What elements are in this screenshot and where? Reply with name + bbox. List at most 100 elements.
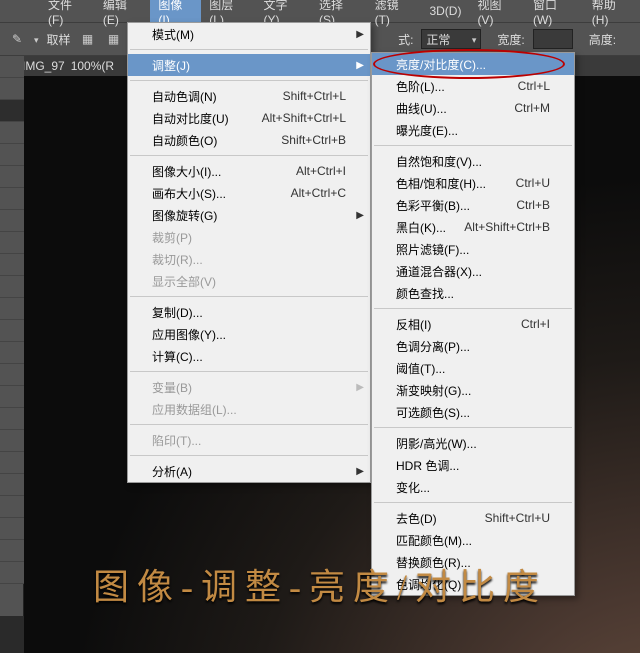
menu-item[interactable]: HDR 色调... bbox=[372, 454, 574, 476]
eyedropper-icon[interactable]: ✎ bbox=[8, 30, 26, 48]
menu-item-label: 计算(C)... bbox=[152, 348, 346, 365]
zoom-readout: 100%(R bbox=[71, 59, 114, 73]
menu-item-label: 自然饱和度(V)... bbox=[396, 153, 550, 170]
menu-item[interactable]: 画布大小(S)...Alt+Ctrl+C bbox=[128, 182, 370, 204]
menubar-item[interactable]: 3D(D) bbox=[421, 1, 469, 21]
menu-item[interactable]: 自动色调(N)Shift+Ctrl+L bbox=[128, 85, 370, 107]
menu-item-label: 应用图像(Y)... bbox=[152, 326, 346, 343]
tool-slot[interactable] bbox=[0, 342, 24, 364]
menubar-item[interactable]: 视图(V) bbox=[469, 0, 525, 30]
menu-item[interactable]: 曝光度(E)... bbox=[372, 119, 574, 141]
menu-item[interactable]: 变化... bbox=[372, 476, 574, 498]
sample-add-icon[interactable]: ▦ bbox=[105, 30, 123, 48]
menu-item-label: 画布大小(S)... bbox=[152, 185, 291, 202]
menu-item-label: 曝光度(E)... bbox=[396, 122, 550, 139]
menu-item[interactable]: 颜色查找... bbox=[372, 282, 574, 304]
sample-point-icon[interactable]: ▦ bbox=[79, 30, 97, 48]
menu-item-label: 曲线(U)... bbox=[396, 100, 514, 117]
menu-item-label: 裁切(R)... bbox=[152, 251, 346, 268]
menu-item[interactable]: 调整(J)▶ bbox=[128, 54, 370, 76]
menu-separator bbox=[130, 455, 368, 456]
menu-item-label: 裁剪(P) bbox=[152, 229, 346, 246]
menu-item-label: 显示全部(V) bbox=[152, 273, 346, 290]
tool-slot[interactable] bbox=[0, 430, 24, 452]
menu-item-label: 变化... bbox=[396, 479, 550, 496]
tool-slot[interactable] bbox=[0, 188, 24, 210]
tool-preset-dropdown[interactable] bbox=[34, 32, 39, 46]
tool-slot[interactable] bbox=[0, 298, 24, 320]
menu-item[interactable]: 反相(I)Ctrl+I bbox=[372, 313, 574, 335]
tool-slot[interactable] bbox=[0, 496, 24, 518]
menu-item[interactable]: 曲线(U)...Ctrl+M bbox=[372, 97, 574, 119]
menu-item[interactable]: 阈值(T)... bbox=[372, 357, 574, 379]
menu-item[interactable]: 黑白(K)...Alt+Shift+Ctrl+B bbox=[372, 216, 574, 238]
menu-item[interactable]: 自动颜色(O)Shift+Ctrl+B bbox=[128, 129, 370, 151]
tool-slot[interactable] bbox=[0, 518, 24, 540]
menu-item[interactable]: 自然饱和度(V)... bbox=[372, 150, 574, 172]
tool-slot[interactable] bbox=[0, 210, 24, 232]
menu-item[interactable]: 匹配颜色(M)... bbox=[372, 529, 574, 551]
tool-slot[interactable] bbox=[0, 254, 24, 276]
menu-item[interactable]: 色调分离(P)... bbox=[372, 335, 574, 357]
menu-separator bbox=[130, 80, 368, 81]
tool-slot[interactable] bbox=[0, 100, 24, 122]
menu-item[interactable]: 去色(D)Shift+Ctrl+U bbox=[372, 507, 574, 529]
document-tab[interactable]: IMG_97 bbox=[22, 59, 65, 73]
menu-item[interactable]: 色阶(L)...Ctrl+L bbox=[372, 75, 574, 97]
tool-slot[interactable] bbox=[0, 144, 24, 166]
menu-separator bbox=[130, 49, 368, 50]
menu-shortcut: Shift+Ctrl+B bbox=[281, 133, 346, 147]
menu-item[interactable]: 模式(M)▶ bbox=[128, 23, 370, 45]
tool-slot[interactable] bbox=[0, 386, 24, 408]
menu-item[interactable]: 自动对比度(U)Alt+Shift+Ctrl+L bbox=[128, 107, 370, 129]
menu-item[interactable]: 复制(D)... bbox=[128, 301, 370, 323]
tool-slot[interactable] bbox=[0, 408, 24, 430]
menu-item: 裁切(R)... bbox=[128, 248, 370, 270]
menu-item[interactable]: 阴影/高光(W)... bbox=[372, 432, 574, 454]
menubar-item[interactable]: 文件(F) bbox=[40, 0, 95, 30]
annotation-caption: 图像-调整-亮度/对比度 bbox=[0, 558, 640, 610]
menu-item: 变量(B)▶ bbox=[128, 376, 370, 398]
menu-item[interactable]: 色相/饱和度(H)...Ctrl+U bbox=[372, 172, 574, 194]
menu-item[interactable]: 应用图像(Y)... bbox=[128, 323, 370, 345]
tool-slot[interactable] bbox=[0, 166, 24, 188]
menu-shortcut: Alt+Shift+Ctrl+L bbox=[262, 111, 346, 125]
menu-item[interactable]: 图像旋转(G)▶ bbox=[128, 204, 370, 226]
tool-slot[interactable] bbox=[0, 452, 24, 474]
menu-item[interactable]: 亮度/对比度(C)... bbox=[372, 53, 574, 75]
tool-slot[interactable] bbox=[0, 122, 24, 144]
tool-slot[interactable] bbox=[0, 474, 24, 496]
menubar-item[interactable]: 窗口(W) bbox=[525, 0, 584, 30]
menu-item-label: 分析(A) bbox=[152, 463, 346, 480]
tool-slot[interactable] bbox=[0, 276, 24, 298]
tool-palette[interactable] bbox=[0, 56, 24, 616]
menubar-item[interactable]: 滤镜(T) bbox=[367, 0, 422, 30]
menu-shortcut: Alt+Ctrl+C bbox=[291, 186, 346, 200]
menu-item[interactable]: 图像大小(I)...Alt+Ctrl+I bbox=[128, 160, 370, 182]
menu-item-label: 渐变映射(G)... bbox=[396, 382, 550, 399]
menu-item[interactable]: 可选颜色(S)... bbox=[372, 401, 574, 423]
menu-item[interactable]: 渐变映射(G)... bbox=[372, 379, 574, 401]
tool-slot[interactable] bbox=[0, 320, 24, 342]
submenu-arrow-icon: ▶ bbox=[356, 382, 364, 393]
menu-item[interactable]: 照片滤镜(F)... bbox=[372, 238, 574, 260]
submenu-arrow-icon: ▶ bbox=[356, 29, 364, 40]
tool-slot[interactable] bbox=[0, 78, 24, 100]
main-menubar[interactable]: 文件(F)编辑(E)图像(I)图层(L)文字(Y)选择(S)滤镜(T)3D(D)… bbox=[0, 0, 640, 22]
tool-slot[interactable] bbox=[0, 364, 24, 386]
menubar-item[interactable]: 帮助(H) bbox=[584, 0, 640, 30]
menu-item-label: HDR 色调... bbox=[396, 457, 550, 474]
tool-slot[interactable] bbox=[0, 56, 24, 78]
menu-item[interactable]: 色彩平衡(B)...Ctrl+B bbox=[372, 194, 574, 216]
tool-slot[interactable] bbox=[0, 232, 24, 254]
menu-item: 陷印(T)... bbox=[128, 429, 370, 451]
menu-separator bbox=[374, 502, 572, 503]
menu-item[interactable]: 计算(C)... bbox=[128, 345, 370, 367]
width-field[interactable] bbox=[533, 29, 573, 49]
menu-item-label: 自动色调(N) bbox=[152, 88, 283, 105]
menu-shortcut: Alt+Shift+Ctrl+B bbox=[464, 220, 550, 234]
menu-item[interactable]: 通道混合器(X)... bbox=[372, 260, 574, 282]
mode-dropdown[interactable]: 正常 bbox=[421, 29, 481, 49]
menu-item-label: 反相(I) bbox=[396, 316, 521, 333]
menu-item[interactable]: 分析(A)▶ bbox=[128, 460, 370, 482]
